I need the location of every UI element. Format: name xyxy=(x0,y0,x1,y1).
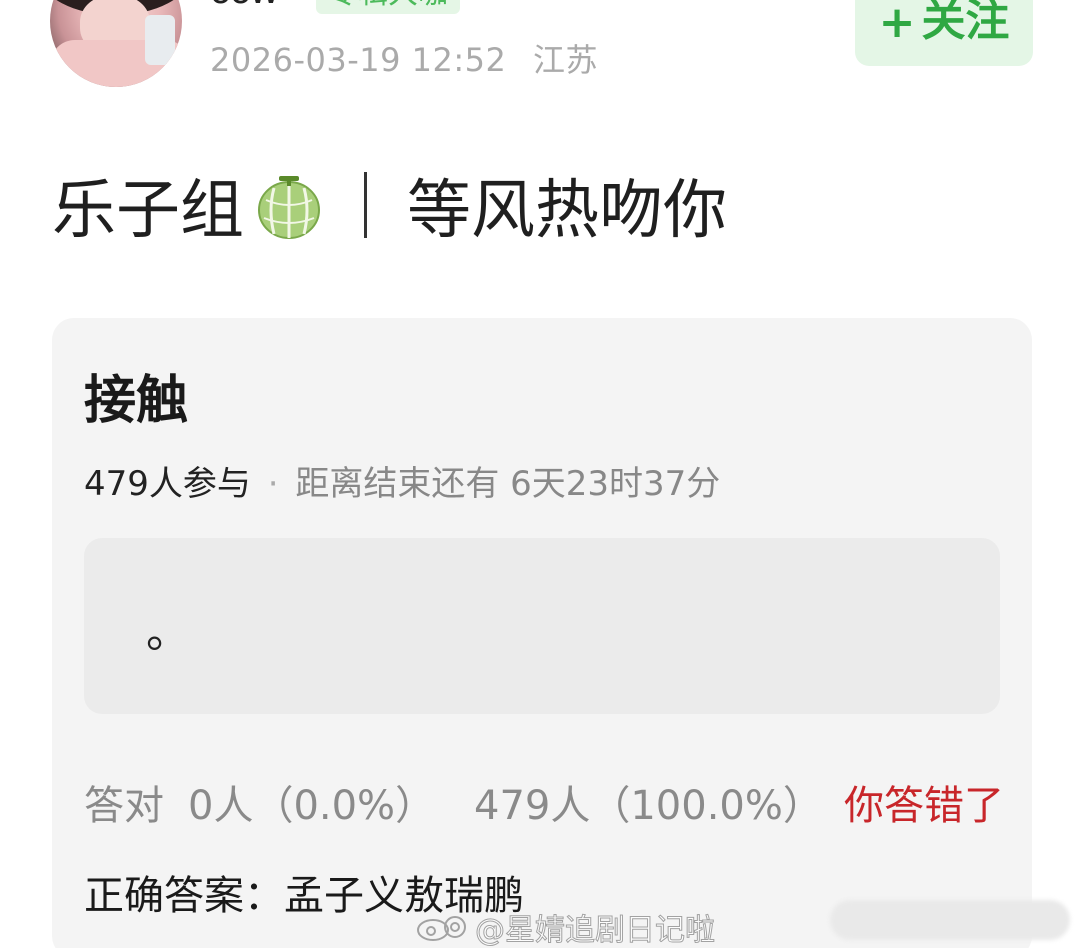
group-name[interactable]: 乐子组 xyxy=(52,159,244,251)
follow-label: 关注 xyxy=(921,0,1010,46)
user-badge: 专辑大咖 xyxy=(316,0,460,14)
correct-answer-label: 正确答案： xyxy=(84,873,284,919)
quiz-card: 接触 479人参与 · 距离结束还有 6天23时37分 。 答对 0人（0.0%）… xyxy=(52,318,1032,948)
melon-icon xyxy=(254,170,324,240)
quiz-results: 答对 0人（0.0%） 479人（100.0%） 你答错了 xyxy=(84,773,1004,831)
post-meta: 2026-03-19 12:52 江苏 xyxy=(210,35,598,81)
stats-separator: · xyxy=(267,464,279,504)
post-location: 江苏 xyxy=(533,41,599,79)
watermark-text: @星婧追剧日记啦 xyxy=(475,913,716,948)
blurred-overlay xyxy=(830,900,1070,940)
wrong-message: 你答错了 xyxy=(844,783,1004,829)
plus-icon: + xyxy=(878,0,916,48)
answer-option[interactable]: 。 xyxy=(84,538,1000,714)
title-divider xyxy=(364,172,367,238)
avatar[interactable] xyxy=(50,0,182,87)
avatar-cup xyxy=(145,15,175,65)
quiz-stats: 479人参与 · 距离结束还有 6天23时37分 xyxy=(84,456,720,505)
follow-button[interactable]: + 关注 xyxy=(855,0,1033,66)
weibo-icon xyxy=(415,912,471,942)
post-page: ccw 专辑大咖 2026-03-19 12:52 江苏 + 关注 乐子组 等风… xyxy=(0,0,1080,948)
post-datetime: 2026-03-19 12:52 xyxy=(210,41,507,79)
answer-text: 。 xyxy=(146,607,190,658)
time-remaining: 距离结束还有 6天23时37分 xyxy=(295,464,721,504)
username[interactable]: ccw xyxy=(210,0,279,13)
participants-count: 479人参与 xyxy=(84,464,251,504)
quiz-title: 接触 xyxy=(84,371,189,431)
correct-count: 0人（0.0%） xyxy=(188,783,436,829)
topic-name: 等风热吻你 xyxy=(407,174,727,248)
post-title: 乐子组 等风热吻你 xyxy=(52,160,727,250)
correct-label: 答对 xyxy=(84,783,164,829)
watermark: @星婧追剧日记啦 xyxy=(415,905,716,948)
wrong-count: 479人（100.0%） xyxy=(474,783,823,829)
